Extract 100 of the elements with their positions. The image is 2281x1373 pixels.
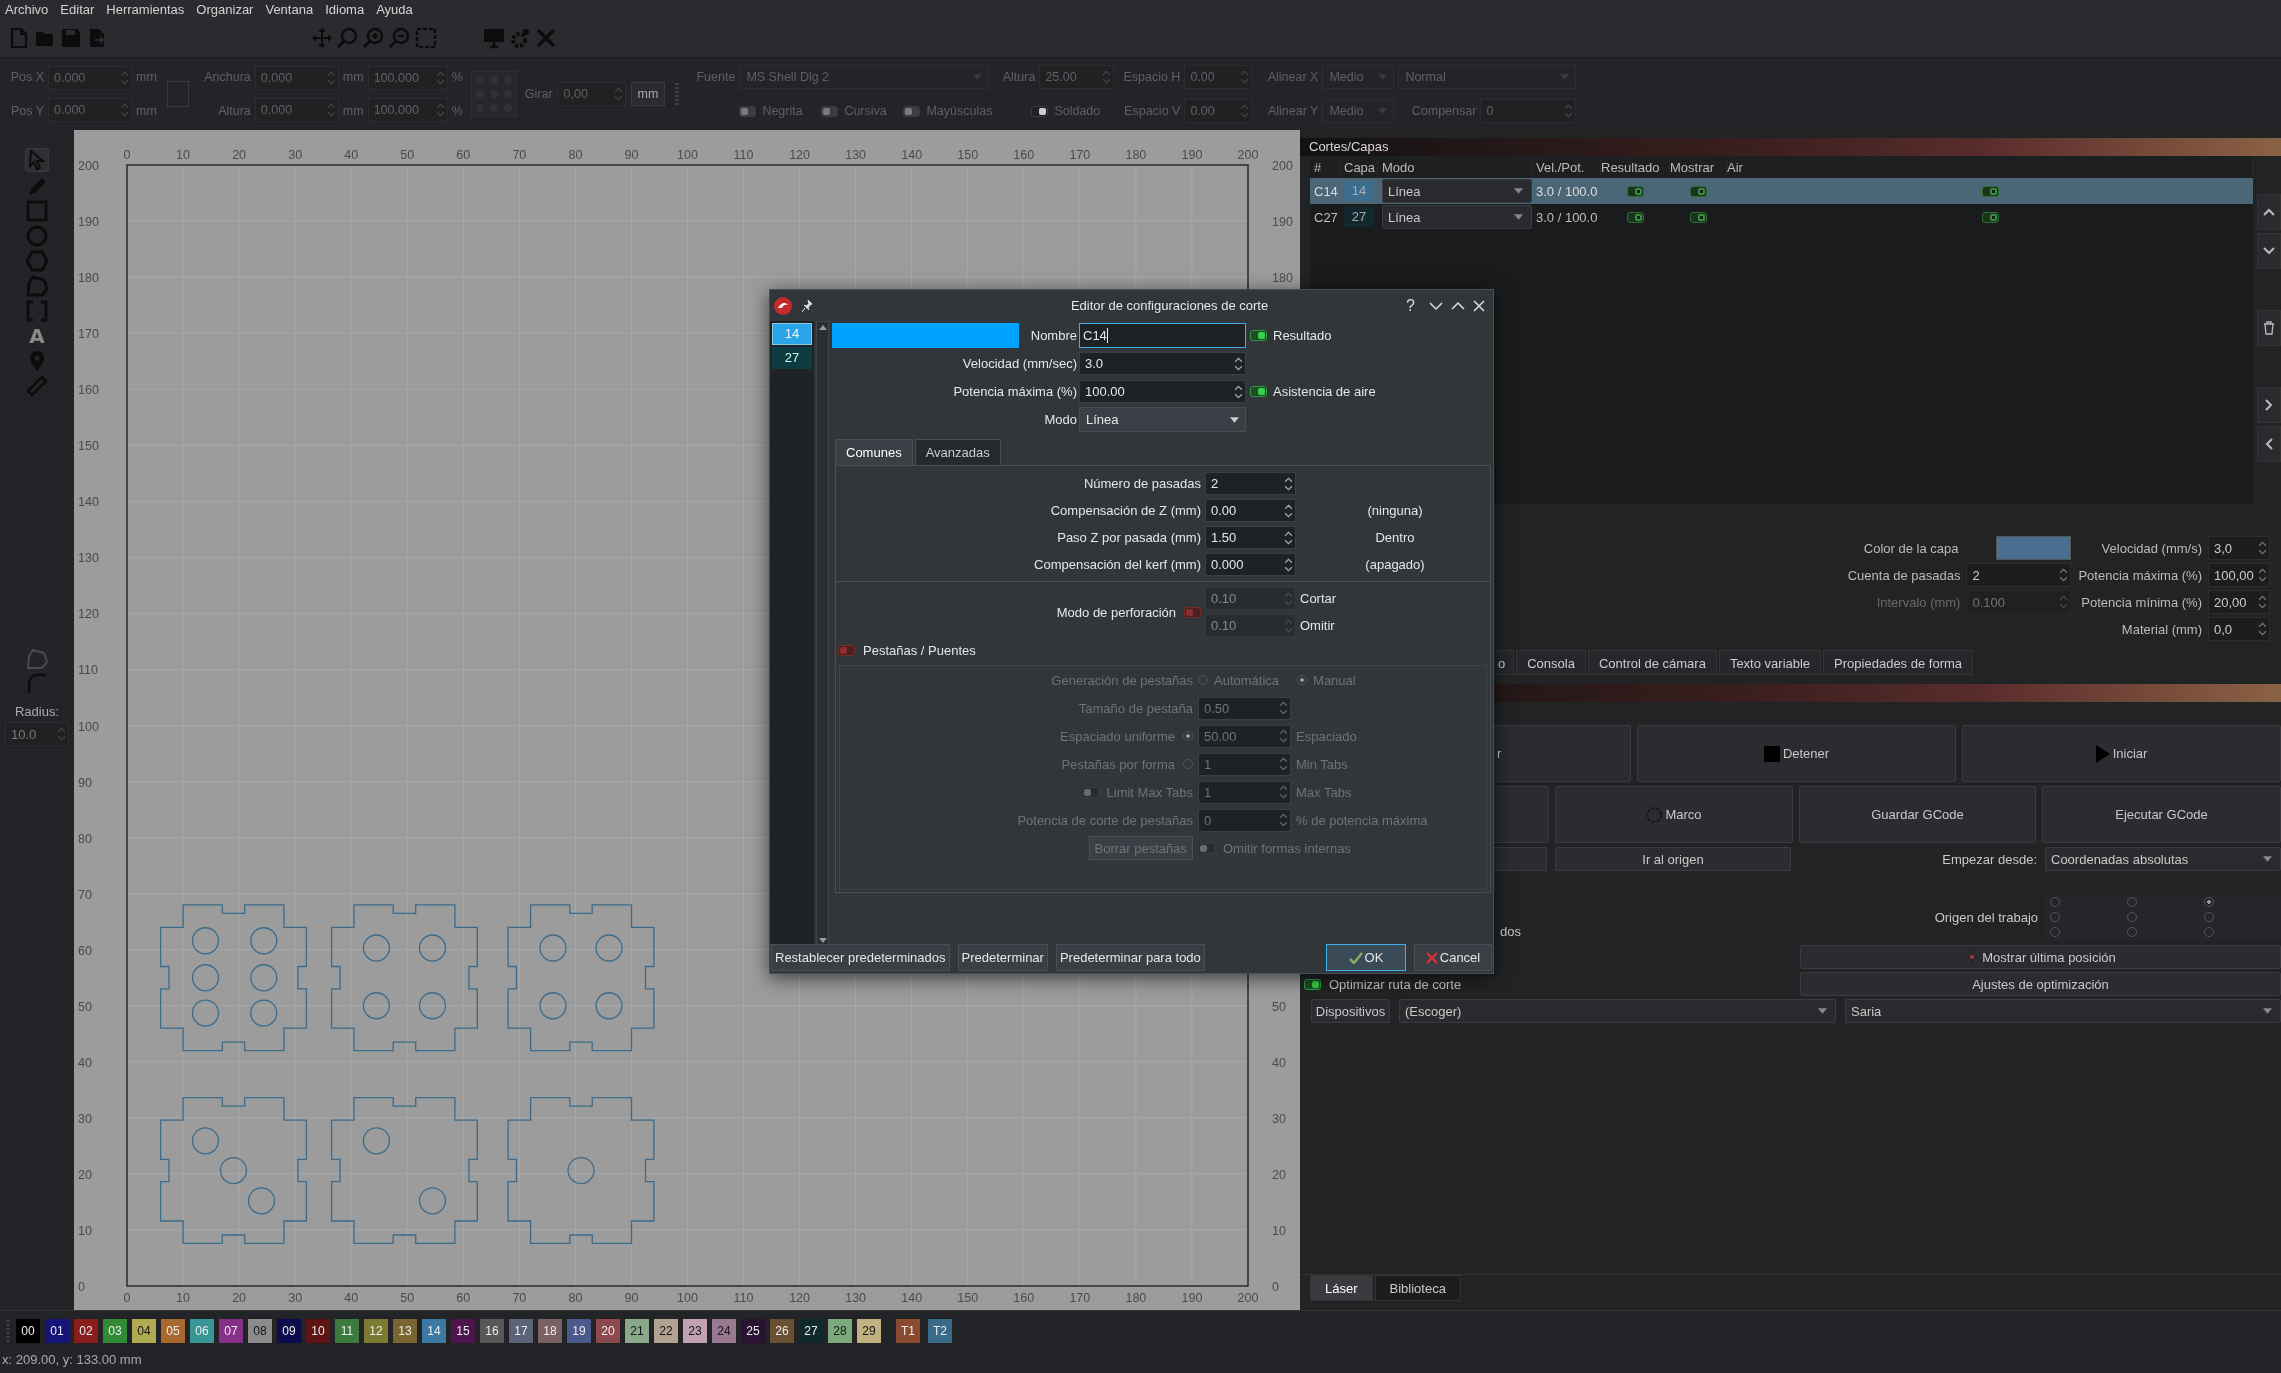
color-chip[interactable]: 25 [740, 1317, 766, 1344]
column-header[interactable]: # [1310, 159, 1340, 175]
toggle-switch[interactable] [1198, 842, 1215, 854]
pin-icon[interactable] [801, 298, 813, 313]
dialog-button[interactable]: Predeterminar para todo [1055, 944, 1205, 971]
table-row[interactable]: C27 27 Línea 3.0 / 100.0 [1310, 204, 2253, 230]
dialog-button[interactable]: Predeterminar [957, 944, 1048, 971]
radius-spin-box[interactable]: 10.0 [5, 722, 69, 746]
start-from-dropdown[interactable]: Coordenadas absolutas [2045, 847, 2281, 871]
close-icon[interactable] [1473, 299, 1485, 312]
scroll-up-arrow-icon[interactable] [818, 325, 827, 330]
toggle-switch[interactable] [1250, 386, 1267, 397]
spin-box[interactable]: 100,00 [2208, 563, 2270, 587]
menu-item[interactable]: Herramientas [106, 1, 185, 17]
column-header[interactable]: Mostrar [1670, 159, 1727, 175]
spin-box[interactable]: 2 [1205, 472, 1296, 495]
spin-arrows-icon[interactable] [1284, 556, 1293, 573]
collapse-button[interactable] [2257, 426, 2281, 462]
panel-tab[interactable]: Consola [1516, 650, 1586, 675]
devices-button[interactable]: Dispositivos [1311, 999, 1390, 1023]
color-chip[interactable]: 00 [15, 1317, 41, 1344]
machine-button[interactable]: Detener [1637, 725, 1956, 782]
minimize-icon[interactable] [1429, 300, 1443, 311]
color-chip[interactable]: 23 [682, 1317, 708, 1344]
color-chip[interactable]: 21 [624, 1317, 650, 1344]
toggle-switch[interactable] [1690, 211, 1707, 223]
color-chip[interactable]: 07 [218, 1317, 244, 1344]
color-chip[interactable]: 18 [537, 1317, 563, 1344]
toggle-switch[interactable] [821, 105, 839, 117]
toggle-switch[interactable] [1981, 211, 1999, 223]
color-chip[interactable]: 20 [595, 1317, 621, 1344]
spin-arrows-icon[interactable] [1284, 502, 1293, 519]
color-chip[interactable]: 24 [711, 1317, 737, 1344]
move-icon[interactable] [311, 26, 333, 49]
panel-tab[interactable]: Control de cámara [1587, 650, 1717, 675]
radio-button[interactable] [1297, 675, 1308, 685]
panel-tab[interactable]: o [1493, 650, 1515, 675]
panel-tab[interactable]: Láser [1310, 1275, 1373, 1301]
color-chip[interactable]: 02 [73, 1317, 99, 1344]
toggle-switch[interactable] [1031, 105, 1049, 117]
toggle-switch[interactable] [1250, 330, 1267, 341]
color-chip[interactable]: 04 [131, 1317, 157, 1344]
color-chip[interactable]: 12 [363, 1317, 389, 1344]
color-chip[interactable]: 27 [798, 1317, 824, 1344]
puzzle-piece-drawing[interactable] [159, 1097, 308, 1245]
spin-arrows-icon[interactable] [2059, 567, 2069, 583]
color-chip[interactable]: 08 [247, 1317, 273, 1344]
menu-item[interactable]: Archivo [5, 1, 49, 17]
spin-box[interactable]: 3,0 [2208, 536, 2270, 560]
toggle-switch[interactable] [1627, 211, 1644, 223]
menu-item[interactable]: Ventana [265, 1, 314, 17]
spin-arrows-icon[interactable] [1234, 383, 1243, 400]
menu-item[interactable]: Idioma [325, 1, 365, 17]
menu-item[interactable]: Editar [60, 1, 95, 17]
pencil-icon[interactable] [26, 175, 48, 197]
origin-radio[interactable] [2204, 897, 2214, 907]
toggle-switch[interactable] [1981, 185, 1999, 197]
machine-dropdown[interactable]: Saria [1845, 999, 2281, 1023]
color-chip[interactable]: 22 [653, 1317, 679, 1344]
spin-box[interactable]: 0.10 [1205, 614, 1296, 637]
dialog-tab[interactable]: Avanzadas [914, 439, 1001, 465]
machine-button[interactable]: Marco [1555, 786, 1793, 843]
home-button[interactable]: Ir al origen [1555, 847, 1791, 871]
spin-arrows-icon[interactable] [1284, 529, 1293, 546]
color-chip[interactable]: T2 [927, 1317, 953, 1344]
radio-button[interactable] [1183, 731, 1193, 741]
color-chip[interactable]: 26 [769, 1317, 795, 1344]
polygon-icon[interactable] [26, 275, 48, 297]
spin-box[interactable]: 2 [1966, 563, 2072, 587]
machine-button[interactable]: Iniciar [1962, 725, 2281, 782]
puzzle-piece-drawing[interactable] [507, 1097, 655, 1245]
puzzle-piece-drawing[interactable] [159, 904, 308, 1052]
puzzle-piece-drawing[interactable] [330, 1097, 478, 1245]
corner-radius-icon[interactable] [26, 673, 48, 695]
color-chip[interactable]: 15 [450, 1317, 476, 1344]
column-header[interactable]: Air [1727, 159, 2253, 175]
scroll-down-arrow-icon[interactable] [818, 938, 827, 943]
pointer-icon[interactable] [25, 148, 49, 172]
monitor-icon[interactable] [483, 26, 505, 49]
expand-button[interactable] [2257, 387, 2281, 423]
color-chip[interactable]: 01 [44, 1317, 70, 1344]
spin-arrows-icon[interactable] [2258, 594, 2267, 610]
ruler-icon[interactable] [26, 375, 48, 397]
color-chip[interactable]: 05 [160, 1317, 186, 1344]
move-down-button[interactable] [2257, 233, 2281, 269]
color-chip[interactable]: 13 [392, 1317, 418, 1344]
machine-button[interactable]: Guardar GCode [1799, 786, 2036, 843]
mode-dropdown[interactable]: Línea [1382, 179, 1532, 203]
scrollbar[interactable] [816, 321, 829, 947]
toggle-switch[interactable] [1304, 978, 1321, 990]
color-chip[interactable]: 16 [479, 1317, 505, 1344]
column-header[interactable]: Capa [1340, 159, 1378, 175]
mode-dropdown[interactable]: Línea [1079, 407, 1246, 432]
color-chip[interactable]: 03 [102, 1317, 128, 1344]
color-chip[interactable]: 29 [856, 1317, 882, 1344]
spin-box[interactable]: 1.50 [1205, 526, 1296, 549]
toggle-switch[interactable] [903, 105, 921, 117]
table-row[interactable]: C14 14 Línea 3.0 / 100.0 [1310, 178, 2253, 204]
color-chip[interactable]: 10 [305, 1317, 331, 1344]
panel-tab[interactable]: Biblioteca [1374, 1275, 1461, 1301]
